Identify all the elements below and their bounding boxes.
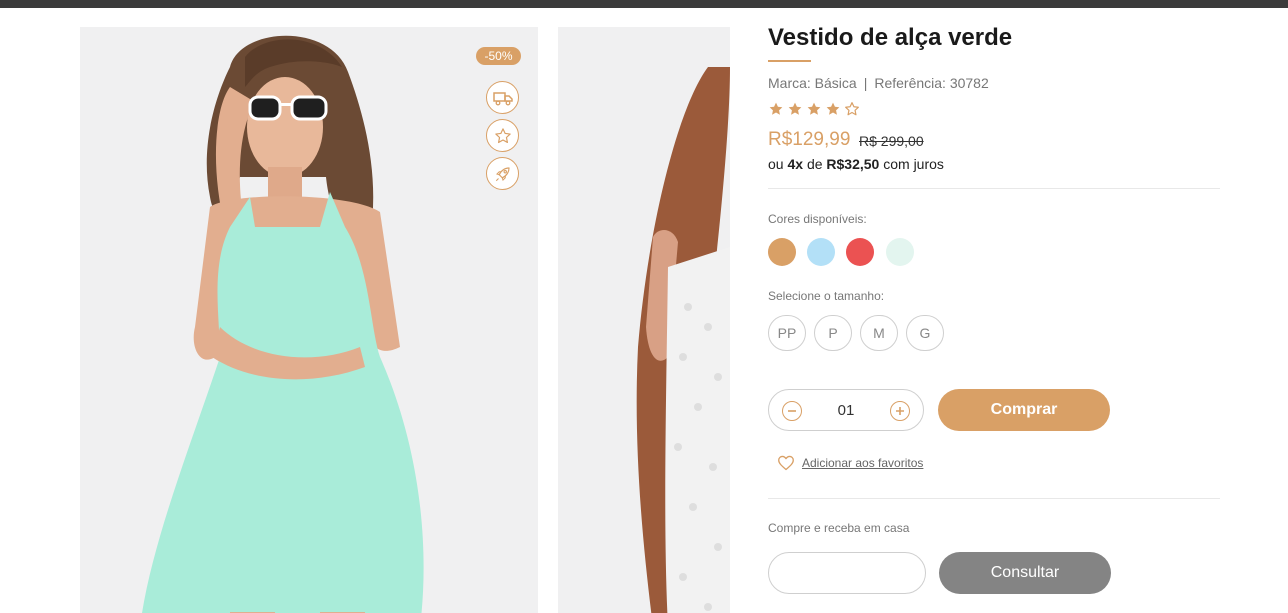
truck-icon[interactable] bbox=[486, 81, 519, 114]
star-filled-icon bbox=[788, 102, 802, 115]
color-swatch-light-blue[interactable] bbox=[807, 238, 835, 266]
divider bbox=[768, 188, 1220, 189]
discount-badge: -50% bbox=[476, 47, 521, 65]
rating-stars bbox=[768, 101, 860, 117]
product-gallery: -50% bbox=[0, 0, 730, 613]
installments-mid: de bbox=[806, 156, 823, 172]
product-photo-side[interactable] bbox=[558, 27, 730, 613]
model-side-illustration bbox=[636, 67, 730, 613]
star-filled-icon bbox=[826, 102, 840, 115]
model-front-illustration bbox=[142, 35, 424, 613]
title-underline bbox=[768, 60, 811, 62]
installments-count: 4x bbox=[787, 156, 804, 172]
product-info-panel: Vestido de alça verde Marca: Básica | Refe… bbox=[768, 0, 1220, 613]
star-empty-icon bbox=[845, 102, 859, 116]
meta-separator: | bbox=[863, 75, 868, 91]
color-swatch-red[interactable] bbox=[846, 238, 874, 266]
installments-amount: R$32,50 bbox=[826, 156, 880, 172]
size-option-pp[interactable]: PP bbox=[768, 315, 806, 351]
postal-code-input[interactable] bbox=[768, 552, 926, 594]
reference-label: Referência: 30782 bbox=[874, 75, 989, 91]
colors-label: Cores disponíveis: bbox=[768, 212, 867, 226]
installments-prefix: ou bbox=[768, 156, 784, 172]
increment-button[interactable] bbox=[890, 401, 910, 421]
heart-icon bbox=[778, 455, 794, 471]
installments-text: ou 4x de R$32,50 com juros bbox=[768, 156, 944, 172]
add-to-favorites[interactable]: Adicionar aos favoritos bbox=[777, 455, 923, 471]
sizes-label: Selecione o tamanho: bbox=[768, 289, 885, 303]
product-photo-front[interactable]: -50% bbox=[80, 27, 538, 613]
plus-icon bbox=[896, 407, 904, 415]
old-price: R$ 299,00 bbox=[859, 133, 924, 149]
size-option-m[interactable]: M bbox=[860, 315, 898, 351]
rocket-icon[interactable] bbox=[486, 157, 519, 190]
buy-button[interactable]: Comprar bbox=[938, 389, 1110, 431]
product-meta: Marca: Básica | Referência: 30782 bbox=[768, 75, 989, 91]
size-option-g[interactable]: G bbox=[906, 315, 944, 351]
consult-shipping-button[interactable]: Consultar bbox=[939, 552, 1111, 594]
quantity-stepper: 01 bbox=[768, 389, 924, 431]
installments-suffix: com juros bbox=[883, 156, 944, 172]
star-filled-icon bbox=[769, 102, 783, 115]
add-to-favorites-label[interactable]: Adicionar aos favoritos bbox=[802, 456, 923, 470]
current-price: R$129,99 bbox=[768, 129, 851, 150]
star-icon[interactable] bbox=[486, 119, 519, 152]
divider bbox=[768, 498, 1220, 499]
color-swatch-mint[interactable] bbox=[886, 238, 914, 266]
size-option-p[interactable]: P bbox=[814, 315, 852, 351]
color-swatch-tan[interactable] bbox=[768, 238, 796, 266]
star-filled-icon bbox=[807, 102, 821, 115]
shipping-label: Compre e receba em casa bbox=[768, 521, 910, 535]
brand-label: Marca: Básica bbox=[768, 75, 857, 91]
product-title: Vestido de alça verde bbox=[768, 24, 1013, 51]
